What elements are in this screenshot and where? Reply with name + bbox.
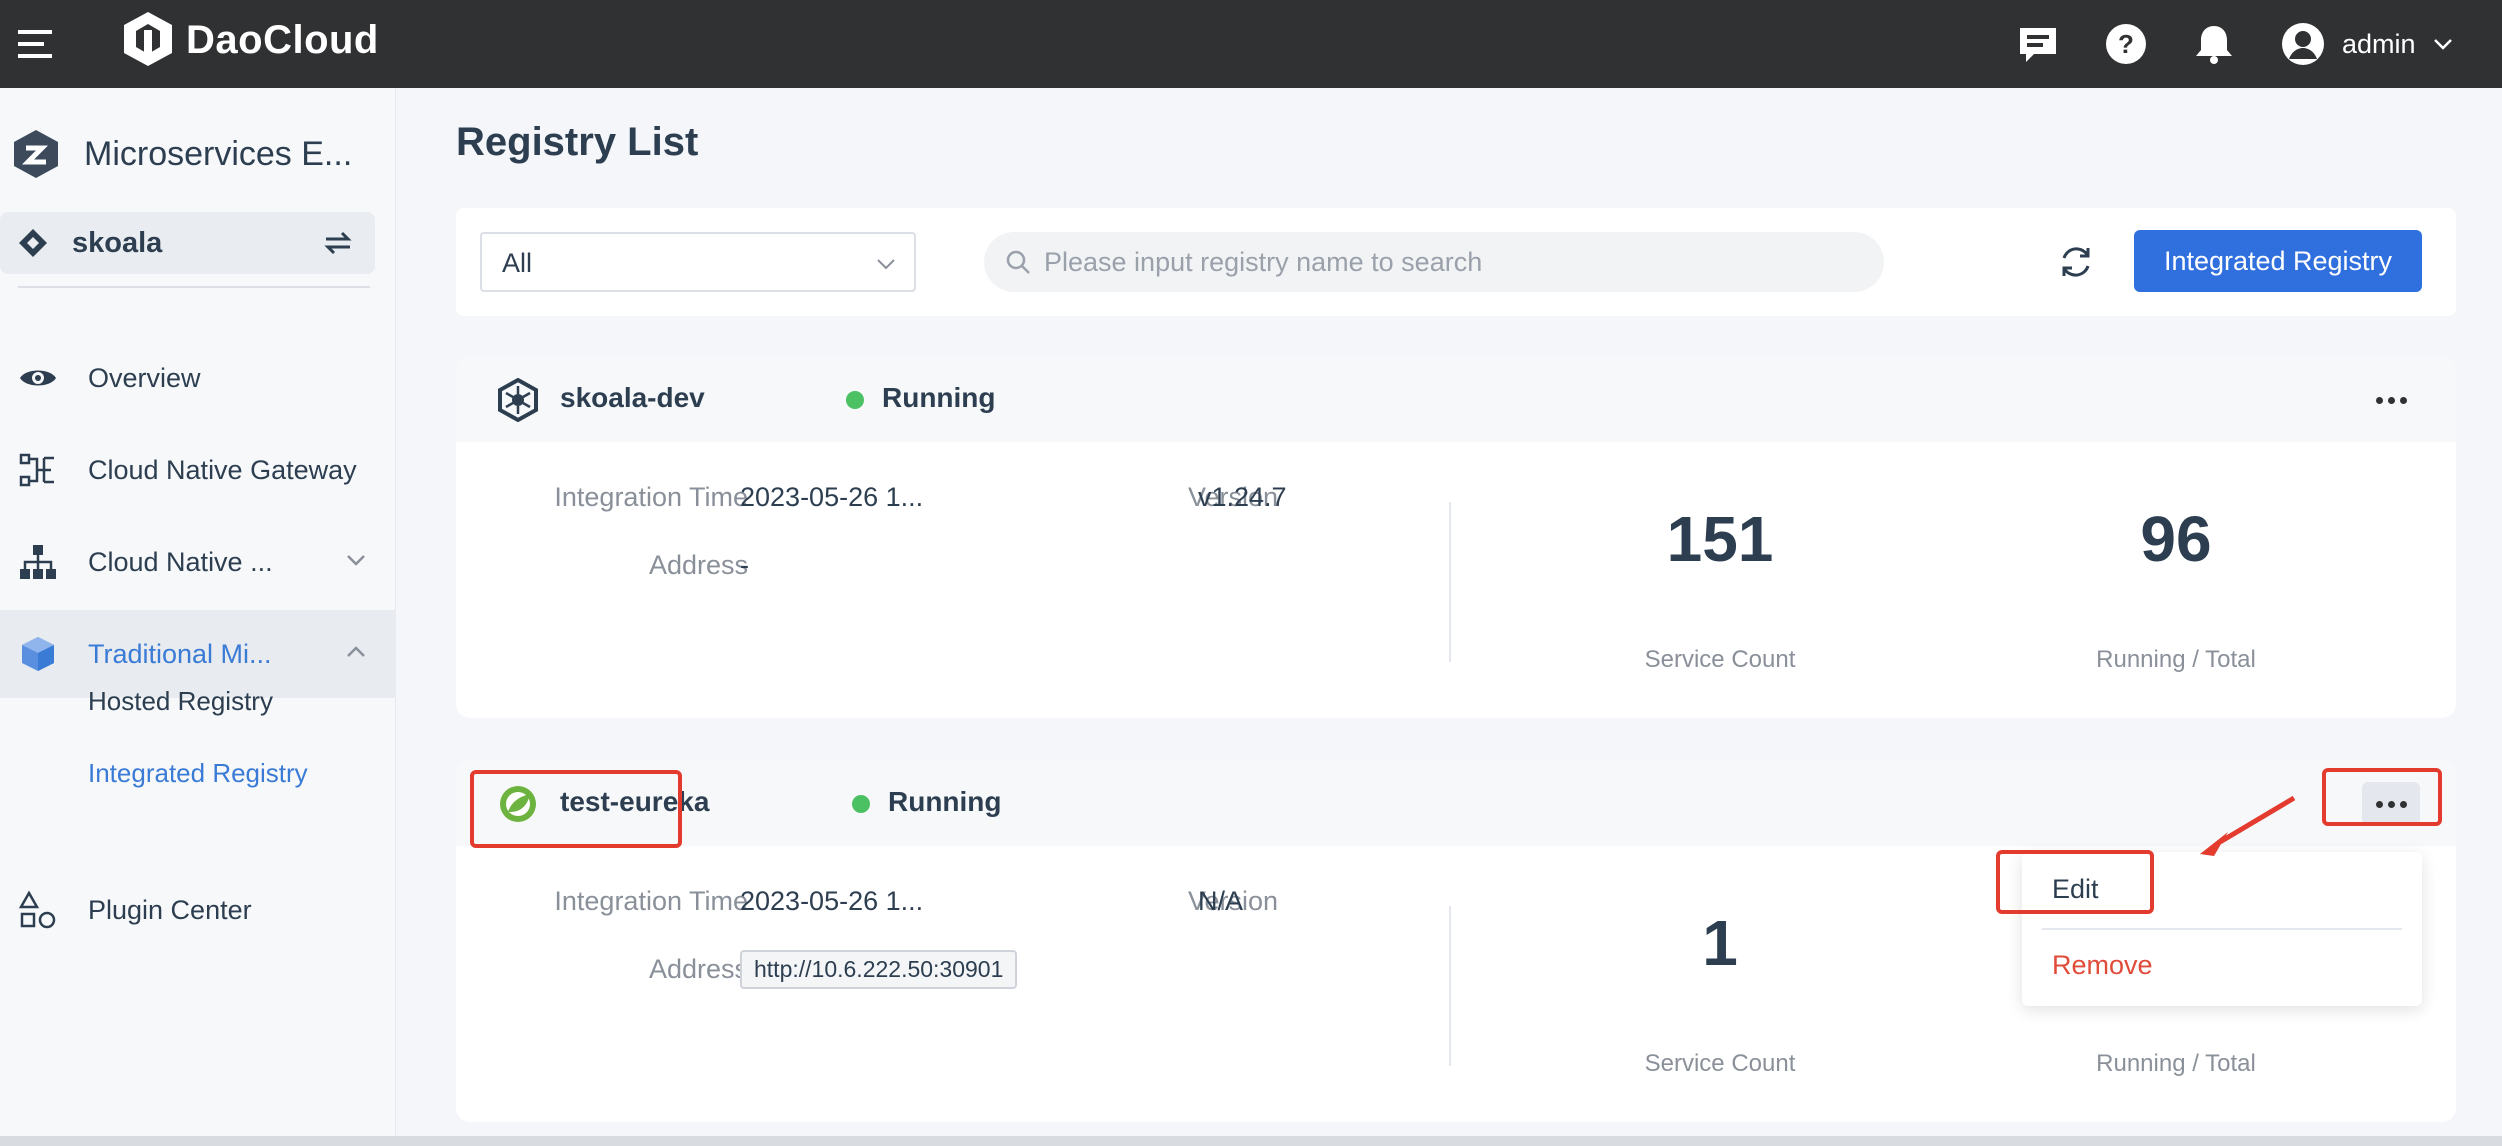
card-divider <box>1449 906 1451 1066</box>
toolbar: All Integrated Registry <box>456 208 2456 316</box>
daocloud-logo-icon <box>124 12 172 66</box>
microservices-logo-icon <box>14 130 58 178</box>
annotation-highlight-name <box>470 770 682 848</box>
card-header: skoala-dev Running <box>456 356 2456 442</box>
address-tag[interactable]: http://10.6.222.50:30901 <box>740 950 1018 989</box>
help-icon[interactable]: ? <box>2100 18 2152 70</box>
more-actions-button[interactable] <box>2362 378 2420 422</box>
address-label: Address <box>648 954 748 984</box>
status-dot <box>852 795 870 813</box>
annotation-highlight-more <box>2322 768 2442 826</box>
search-icon <box>1006 250 1030 274</box>
hierarchy-icon <box>20 545 56 579</box>
module-name: Microservices E... <box>84 134 353 173</box>
sidebar-item-label: Cloud Native Gateway <box>88 454 357 485</box>
integration-time-value: 2023-05-26 1... <box>740 482 924 512</box>
search-box[interactable] <box>984 232 1884 292</box>
running-total-label: Running / Total <box>2096 646 2256 673</box>
sidebar-item-cloud-native[interactable]: Cloud Native ... <box>0 518 396 606</box>
remove-menu-item[interactable]: Remove <box>2052 950 2153 981</box>
user-avatar-icon <box>2282 23 2324 65</box>
switch-icon[interactable] <box>322 228 354 258</box>
sidebar-subitem-integrated-registry[interactable]: Integrated Registry <box>88 758 308 789</box>
version-label: Version <box>1187 886 1278 916</box>
module-header: Microservices E... <box>10 128 352 180</box>
service-count-value: 1 <box>1702 907 1738 979</box>
menu-divider <box>2042 928 2402 930</box>
chevron-down-icon <box>2433 39 2452 50</box>
sidebar-divider <box>18 286 370 288</box>
status-text: Running <box>888 786 1002 817</box>
eye-icon <box>20 370 56 386</box>
sidebar-item-label: Plugin Center <box>88 894 252 925</box>
sidebar-item-plugin-center[interactable]: Plugin Center <box>0 866 396 954</box>
svg-text:?: ? <box>2118 29 2134 59</box>
search-input[interactable] <box>1044 242 1864 282</box>
status-dot <box>846 391 864 409</box>
cube-icon <box>22 637 54 671</box>
refresh-icon[interactable] <box>2056 242 2096 282</box>
sidebar-item-label: Traditional Mi... <box>88 638 272 669</box>
top-bar: DaoCloud ? admin <box>0 0 2502 88</box>
page-title: Registry List <box>456 120 699 164</box>
sidebar-item-cloud-native-gateway[interactable]: Cloud Native Gateway <box>0 426 396 514</box>
user-menu[interactable]: admin <box>2280 14 2454 74</box>
brand-name: DaoCloud <box>186 17 379 62</box>
version-value: N/A <box>1198 886 1244 916</box>
integration-time-label: Integration Time <box>554 482 748 512</box>
workspace-icon <box>19 229 47 257</box>
status-text: Running <box>882 382 996 413</box>
chevron-down-icon <box>877 259 895 270</box>
shapes-icon <box>18 890 56 929</box>
workspace-switcher[interactable]: skoala <box>0 212 375 274</box>
service-count-label: Service Count <box>1644 646 1796 673</box>
user-name: admin <box>2342 28 2416 59</box>
annotation-highlight-edit <box>1996 850 2154 914</box>
service-count-label: Service Count <box>1644 1050 1796 1077</box>
filter-select[interactable]: All <box>480 232 916 292</box>
registry-name[interactable]: skoala-dev <box>560 382 705 414</box>
running-total-value: 96 <box>2140 503 2212 575</box>
gateway-icon <box>19 453 54 487</box>
running-total-label: Running / Total <box>2096 1050 2256 1077</box>
message-icon[interactable] <box>2012 18 2064 70</box>
registry-logo-icon <box>498 378 538 422</box>
sidebar-item-overview[interactable]: Overview <box>0 334 396 422</box>
annotation-arrow-icon <box>2200 795 2296 856</box>
workspace-name: skoala <box>72 226 163 259</box>
sidebar: Microservices E... skoala Overview Cloud… <box>0 88 396 1146</box>
filter-select-value: All <box>502 248 533 278</box>
bell-icon[interactable] <box>2188 18 2240 70</box>
service-count-value: 151 <box>1666 503 1774 575</box>
sidebar-item-label: Cloud Native ... <box>88 546 273 577</box>
version-value: v1.24.7 <box>1198 482 1287 512</box>
registry-card-skoala-dev: skoala-dev Running Integration Time 2023… <box>456 356 2456 718</box>
address-label: Address <box>648 550 748 580</box>
menu-icon[interactable] <box>16 24 56 64</box>
sidebar-item-label: Overview <box>88 362 201 393</box>
integrated-registry-button[interactable]: Integrated Registry <box>2134 230 2422 292</box>
sidebar-subitem-hosted-registry[interactable]: Hosted Registry <box>88 686 273 717</box>
integration-time-label: Integration Time <box>554 886 748 916</box>
sidebar-item-traditional-microservices[interactable]: Traditional Mi... <box>0 610 396 698</box>
card-divider <box>1449 502 1451 662</box>
integration-time-value: 2023-05-26 1... <box>740 886 924 916</box>
chevron-down-icon <box>347 555 365 566</box>
horizontal-scrollbar[interactable] <box>0 1136 2502 1146</box>
address-value: - <box>740 550 749 580</box>
card-header: test-eureka Running <box>456 760 2456 846</box>
chevron-up-icon <box>347 646 365 657</box>
brand-logo[interactable]: DaoCloud <box>120 10 379 70</box>
